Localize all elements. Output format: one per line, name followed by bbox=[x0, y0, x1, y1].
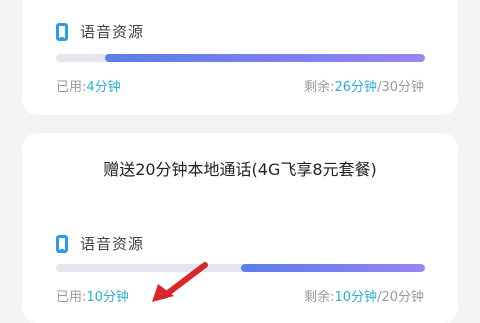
resource-label: 语音资源 bbox=[80, 23, 145, 41]
usage-progress-bar bbox=[56, 264, 425, 272]
arrow-icon bbox=[152, 262, 208, 302]
remaining-value: 26分钟 bbox=[334, 80, 378, 95]
used-value: 4分钟 bbox=[86, 80, 121, 95]
voice-resource-header: 语音资源 bbox=[56, 233, 144, 254]
remaining-amount: 剩余:10分钟/20分钟 bbox=[304, 286, 424, 305]
voice-resource-header: 语音资源 bbox=[56, 21, 144, 42]
total-amount: /20分钟 bbox=[377, 290, 424, 305]
used-prefix: 已用: bbox=[56, 80, 87, 95]
usage-progress-fill bbox=[240, 264, 425, 272]
remaining-value: 10分钟 bbox=[334, 290, 378, 305]
usage-progress-fill bbox=[105, 54, 425, 62]
used-amount: 已用:10分钟 bbox=[56, 286, 129, 305]
phone-icon bbox=[56, 22, 68, 41]
used-amount: 已用:4分钟 bbox=[56, 76, 121, 95]
remaining-amount: 剩余:26分钟/30分钟 bbox=[304, 76, 424, 95]
remaining-prefix: 剩余: bbox=[304, 80, 335, 95]
gift-package-title: 赠送20分钟本地通话(4G飞享8元套餐) bbox=[103, 160, 377, 179]
resource-label: 语音资源 bbox=[80, 235, 145, 253]
used-value: 10分钟 bbox=[86, 290, 129, 305]
used-prefix: 已用: bbox=[56, 290, 87, 305]
usage-progress-bar bbox=[56, 54, 425, 62]
remaining-prefix: 剩余: bbox=[304, 290, 335, 305]
total-amount: /30分钟 bbox=[377, 80, 424, 95]
phone-icon bbox=[56, 234, 68, 253]
